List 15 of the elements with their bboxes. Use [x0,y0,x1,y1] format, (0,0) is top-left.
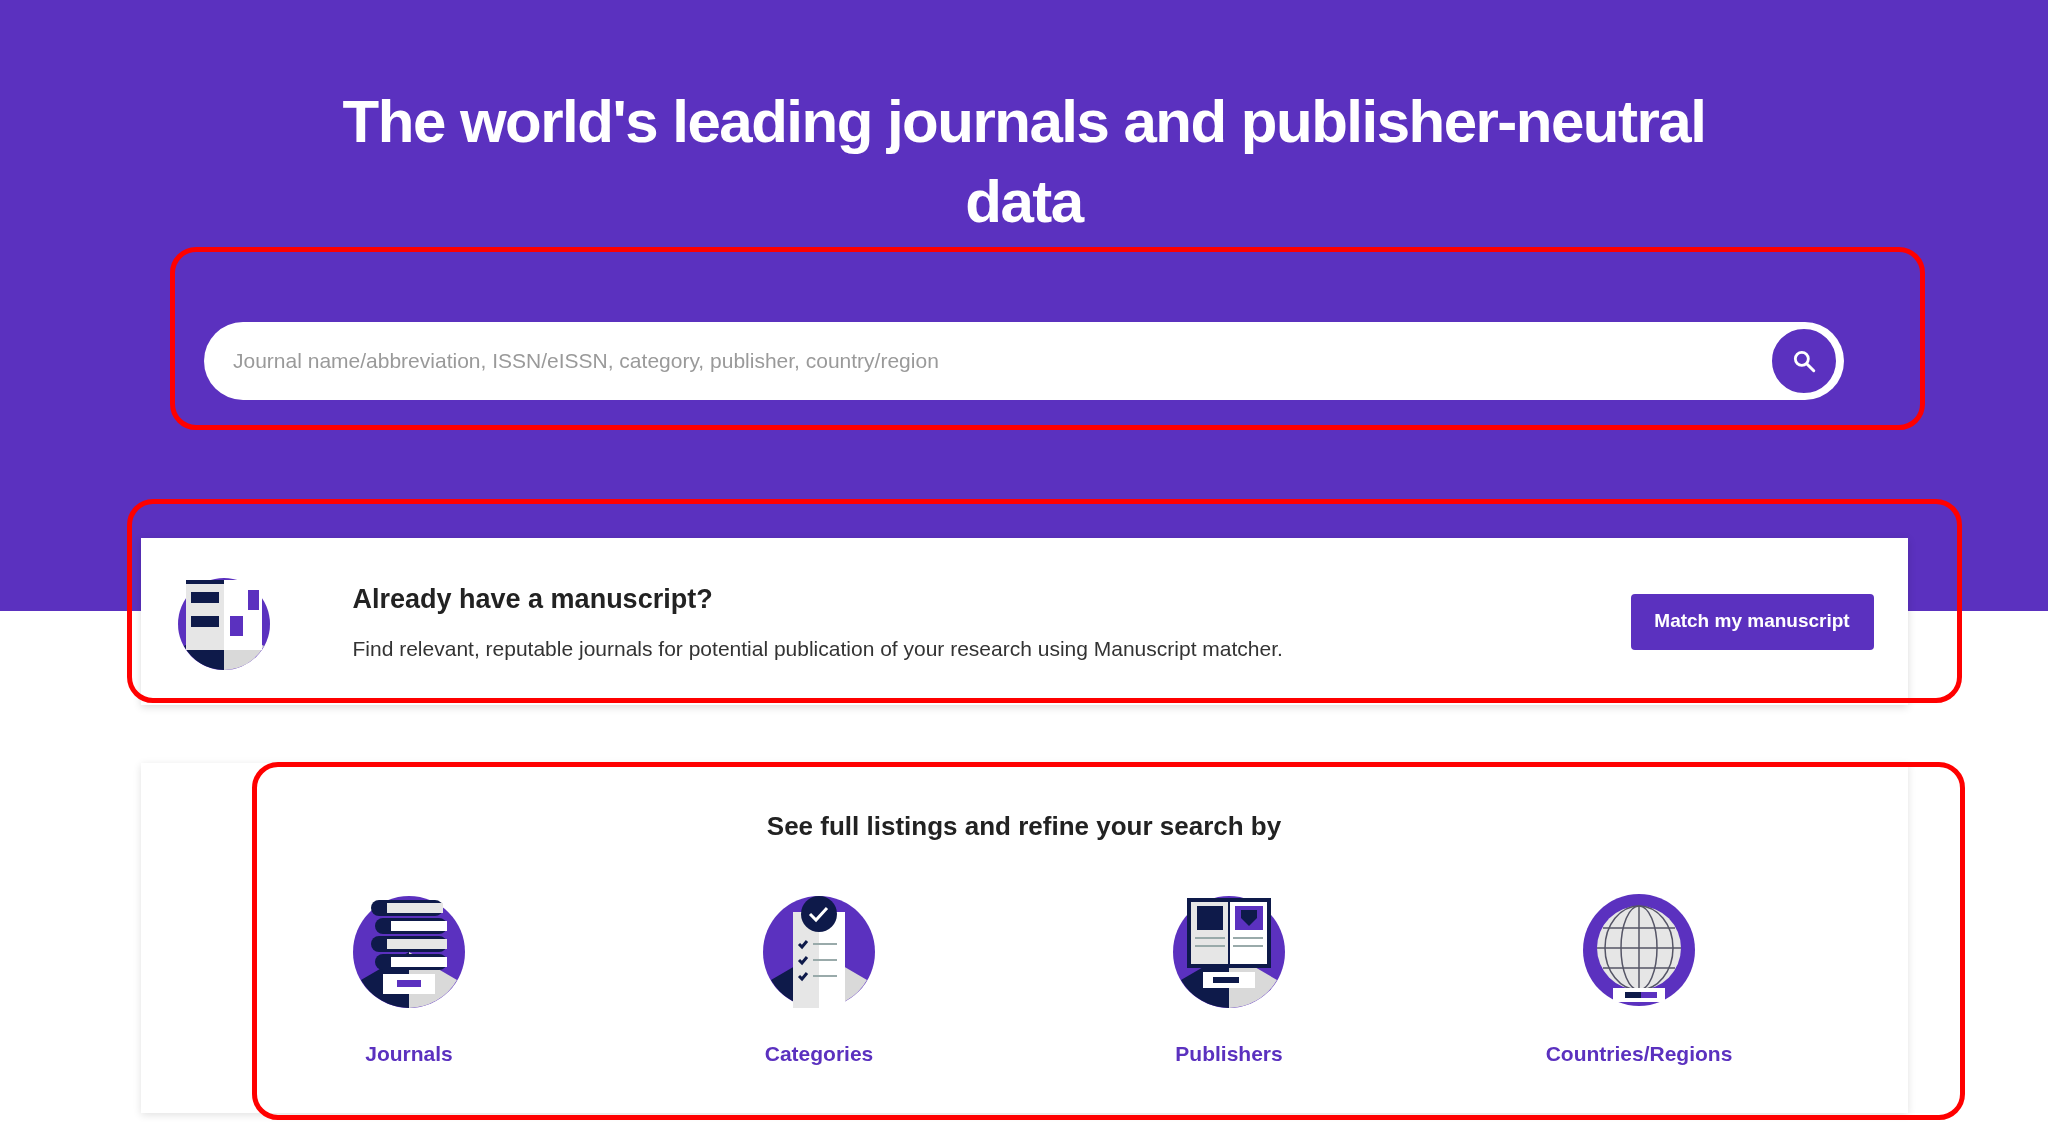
listing-link[interactable]: Categories [764,1038,874,1070]
search-icon [1791,348,1817,374]
listings-heading: See full listings and refine your search by [766,810,1282,843]
page-title: The world's leading journals and publisher-neutral data [341,87,1707,237]
listing-link[interactable]: Countries/Regions [1545,1038,1733,1070]
card-description: Find relevant, reputable journals for potential publication of your research using Manuscript matcher. [352,636,1284,662]
books-icon [352,894,466,1008]
search-field[interactable]: Journal name/abbreviation, ISSN/eISSN, category, publisher, country/region [204,322,1844,400]
listing-link[interactable]: Journals [365,1038,453,1070]
card-title: Already have a manuscript? [352,582,714,616]
match-manuscript-button[interactable]: Match my manuscript [1630,593,1874,650]
listing-link[interactable]: Publishers [1175,1038,1283,1070]
globe-icon [1582,894,1696,1008]
open-book-icon [1172,894,1286,1008]
checklist-icon [762,894,876,1008]
